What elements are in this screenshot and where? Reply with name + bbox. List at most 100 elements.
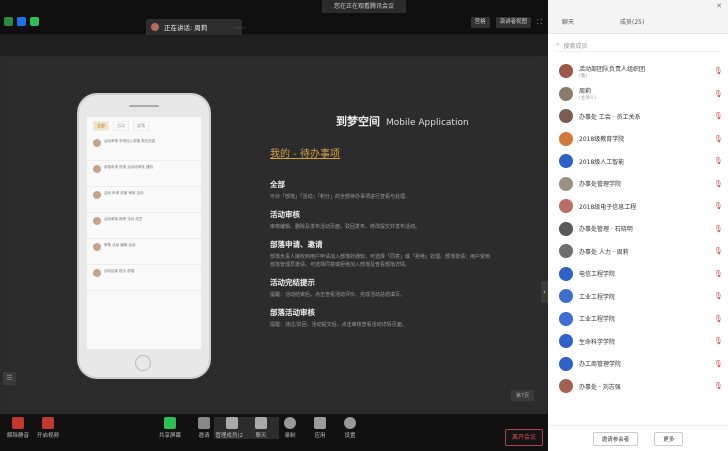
member-row[interactable]: 活动部团队负责人组织团 (我) 🎙 — [548, 60, 728, 83]
member-row[interactable]: 办工商管理学院 🎙 — [548, 353, 728, 376]
unmute-label: 解除静音 — [6, 433, 29, 439]
phone-list-item: 活动审核 申请加入部落 报名信息 — [87, 135, 201, 161]
avatar — [559, 176, 573, 191]
tab-chat[interactable]: 聊天 — [562, 17, 574, 26]
member-name: 工业工程学院 — [579, 316, 616, 324]
phone-line: 活动结束 提示 部落 — [104, 269, 135, 273]
slide-sections: 全部 可对「部落」「活动」「积分」的全部待办事项进行查看与处理。 活动审核 审核编辑… — [270, 179, 490, 337]
view-controls: 宫格 演讲者视图 ⛶ — [470, 17, 542, 28]
slide-section: 活动完结提示提醒：活动结束后，点击查看活动评价、完成活动总结填写。 — [270, 277, 490, 299]
signal-icon[interactable] — [30, 17, 39, 26]
avatar — [559, 131, 573, 146]
mic-off-icon[interactable]: 🎙 — [714, 247, 723, 255]
members-panel: 聊天 成员(25) ✕ ⌕ 搜索成员 活动部团队负责人组织团 (我) 🎙 周莉 (主持人… — [548, 0, 728, 451]
mic-off-icon[interactable]: 🎙 — [714, 292, 723, 300]
section-body: 提醒：通过/驳回、活动提交后，点击审核查看活动详情页面。 — [270, 322, 407, 328]
member-row[interactable]: 办事处管理 · 石晓明 🎙 — [548, 218, 728, 241]
mic-off-icon[interactable]: 🎙 — [714, 67, 723, 75]
phone-tab: 活动 — [113, 121, 129, 131]
more-button[interactable]: 更多 — [654, 431, 684, 446]
member-row[interactable]: 2018级电子信息工程 🎙 — [548, 195, 728, 218]
apps-label: 应用 — [314, 433, 326, 439]
settings-button[interactable]: 设置 — [332, 417, 368, 439]
meeting-window: 您在正在观看腾讯会议 正在讲话: 周莉 〰〰 宫格 演讲者视图 ⛶ 全部 活动 — [0, 0, 728, 451]
member-name: 办事处管理学院 — [579, 181, 622, 189]
member-row[interactable]: 工业工程学院 🎙 — [548, 308, 728, 331]
member-row[interactable]: 2018级人工智能 🎙 — [548, 150, 728, 173]
mic-off-icon[interactable]: 🎙 — [714, 112, 723, 120]
member-row[interactable]: 办事处 · 刘志强 🎙 — [548, 375, 728, 398]
shield-icon[interactable] — [17, 17, 26, 26]
section-body: 提醒：活动结束后，点击查看活动评价、完成活动总结填写。 — [270, 292, 406, 298]
share-screen-button[interactable]: 共享屏幕 — [152, 417, 188, 439]
slide-title-en: Mobile Application — [386, 118, 469, 128]
layout-icon[interactable]: ☰ — [3, 372, 16, 385]
mic-off-icon[interactable]: 🎙 — [714, 157, 723, 165]
mic-off-icon[interactable]: 🎙 — [714, 360, 723, 368]
mic-off-icon[interactable]: 🎙 — [714, 270, 723, 278]
section-body: 可对「部落」「活动」「积分」的全部待办事项进行查看与处理。 — [270, 194, 411, 200]
collapse-panel-icon[interactable]: ‹ — [541, 281, 548, 303]
mic-off-icon[interactable]: 🎙 — [714, 202, 723, 210]
search-input[interactable]: 搜索成员 — [563, 41, 587, 50]
chat-icon — [255, 417, 267, 429]
close-icon[interactable]: ✕ — [716, 2, 722, 10]
phone-home-button — [135, 355, 151, 371]
member-role: (我) — [579, 73, 588, 79]
mic-off-icon[interactable]: 🎙 — [714, 225, 723, 233]
avatar — [559, 379, 573, 394]
member-name: 办事处 · 刘志强 — [579, 383, 621, 391]
search-box[interactable]: ⌕ 搜索成员 — [556, 39, 720, 52]
phone-line: 活动审核 推荐 活动 成员 — [104, 217, 143, 221]
phone-tabs: 全部 活动 部落 — [87, 117, 201, 135]
tab-members[interactable]: 成员(25) — [620, 17, 644, 26]
section-heading: 活动完结提示 — [270, 278, 315, 287]
gear-icon — [344, 417, 356, 429]
member-row[interactable]: 2018级教育学院 🎙 — [548, 128, 728, 151]
video-button[interactable]: 开启视频 — [30, 417, 66, 439]
grid-view-button[interactable]: 宫格 — [470, 17, 490, 28]
invite-members-button[interactable]: 邀请参会者 — [592, 431, 639, 446]
mic-off-icon[interactable]: 🎙 — [714, 315, 723, 323]
member-name: 办事处 人力 · 周莉 — [579, 248, 629, 256]
avatar — [559, 244, 573, 259]
member-row[interactable]: 工业工程学院 🎙 — [548, 285, 728, 308]
section-body: 审核编辑、删除及发布活动页面，驳回发布、修改提交并发布活动。 — [270, 224, 421, 230]
mic-off-icon[interactable]: 🎙 — [714, 90, 723, 98]
record-icon — [284, 417, 296, 429]
mic-off-icon[interactable]: 🎙 — [714, 337, 723, 345]
members-icon — [226, 417, 238, 429]
info-icon[interactable] — [4, 17, 13, 26]
fullscreen-icon[interactable]: ⛶ — [537, 18, 542, 27]
member-row[interactable]: 办事处 工会 · 员工关系 🎙 — [548, 105, 728, 128]
avatar — [559, 154, 573, 169]
phone-line: 活动 申请 部落 审核 活动 — [104, 191, 144, 195]
member-row[interactable]: 办事处管理学院 🎙 — [548, 173, 728, 196]
search-icon: ⌕ — [556, 41, 560, 48]
speaker-label: 正在讲话: 周莉 — [164, 24, 208, 32]
record-label: 录制 — [284, 433, 296, 439]
mic-off-icon[interactable]: 🎙 — [714, 382, 723, 390]
member-row[interactable]: 周莉 (主持人) 🎙 — [548, 83, 728, 106]
avatar — [559, 289, 573, 304]
member-name: 办事处管理 · 石晓明 — [579, 226, 633, 234]
section-heading: 全部 — [270, 180, 285, 189]
avatar — [559, 109, 573, 124]
panel-tabs: 聊天 成员(25) ✕ — [548, 0, 728, 34]
member-row[interactable]: 办事处 人力 · 周莉 🎙 — [548, 240, 728, 263]
member-list: 活动部团队负责人组织团 (我) 🎙 周莉 (主持人) 🎙 办事处 工会 · 员工关系 🎙 201… — [548, 60, 728, 398]
phone-avatar — [93, 139, 101, 147]
member-row[interactable]: 电信工程学院 🎙 — [548, 263, 728, 286]
speaker-view-button[interactable]: 演讲者视图 — [495, 17, 532, 28]
phone-line: 部落申请 邀请 活动待审核 通知 — [104, 165, 153, 169]
member-row[interactable]: 生命科学学院 🎙 — [548, 330, 728, 353]
phone-tab: 部落 — [133, 121, 149, 131]
member-role: (主持人) — [579, 96, 597, 102]
mic-off-icon[interactable]: 🎙 — [714, 180, 723, 188]
avatar — [559, 266, 573, 281]
member-name: 电信工程学院 — [579, 271, 616, 279]
member-name: 办事处 工会 · 员工关系 — [579, 113, 641, 121]
mic-off-icon[interactable]: 🎙 — [714, 135, 723, 143]
presentation-slide: 全部 活动 部落 活动审核 申请加入部落 报名信息 部落申请 邀请 活动待审核 … — [6, 59, 542, 409]
leave-meeting-button[interactable]: 离开会议 — [505, 429, 543, 446]
